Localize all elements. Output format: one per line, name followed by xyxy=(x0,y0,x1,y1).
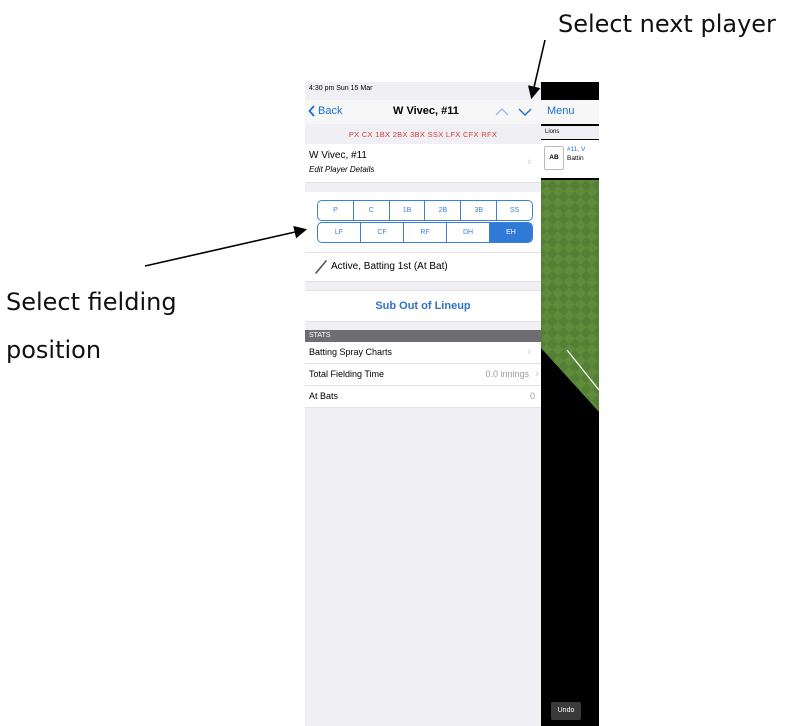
arrow-to-next-player xyxy=(527,39,546,100)
arrow-to-fielding-position xyxy=(144,225,308,267)
annotation-arrows xyxy=(144,39,546,267)
